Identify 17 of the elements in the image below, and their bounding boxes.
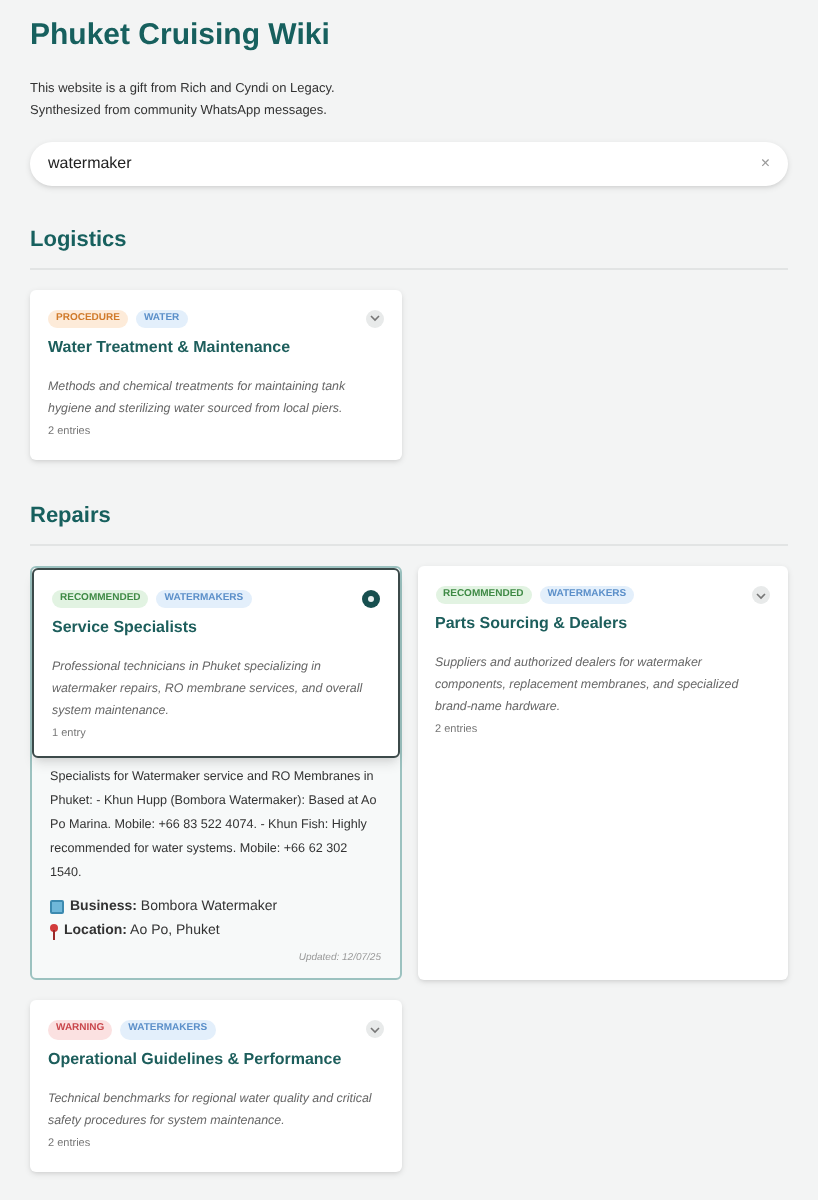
toggle-button[interactable] bbox=[361, 590, 379, 608]
chevron-down-icon bbox=[369, 314, 379, 323]
toggle-button[interactable] bbox=[365, 1020, 383, 1039]
pin-icon bbox=[50, 924, 58, 941]
building-icon bbox=[50, 900, 64, 915]
card-title: Service Specialists bbox=[52, 616, 199, 641]
card-title: Parts Sourcing & Dealers bbox=[435, 612, 630, 637]
chevron-down-icon bbox=[369, 1025, 379, 1034]
section-heading: Logistics bbox=[30, 224, 788, 269]
section-heading: Repairs bbox=[30, 500, 788, 546]
toggle-button[interactable] bbox=[365, 309, 383, 328]
chevron-down-icon bbox=[756, 591, 766, 599]
card-title: Operational Guidelines & Performance bbox=[48, 1047, 344, 1071]
toggle-button[interactable] bbox=[752, 586, 770, 604]
search-field[interactable]: watermaker × bbox=[30, 142, 788, 186]
page-title: Phuket Cruising Wiki bbox=[30, 16, 332, 56]
card-title: Water Treatment & Maintenance bbox=[48, 336, 293, 360]
